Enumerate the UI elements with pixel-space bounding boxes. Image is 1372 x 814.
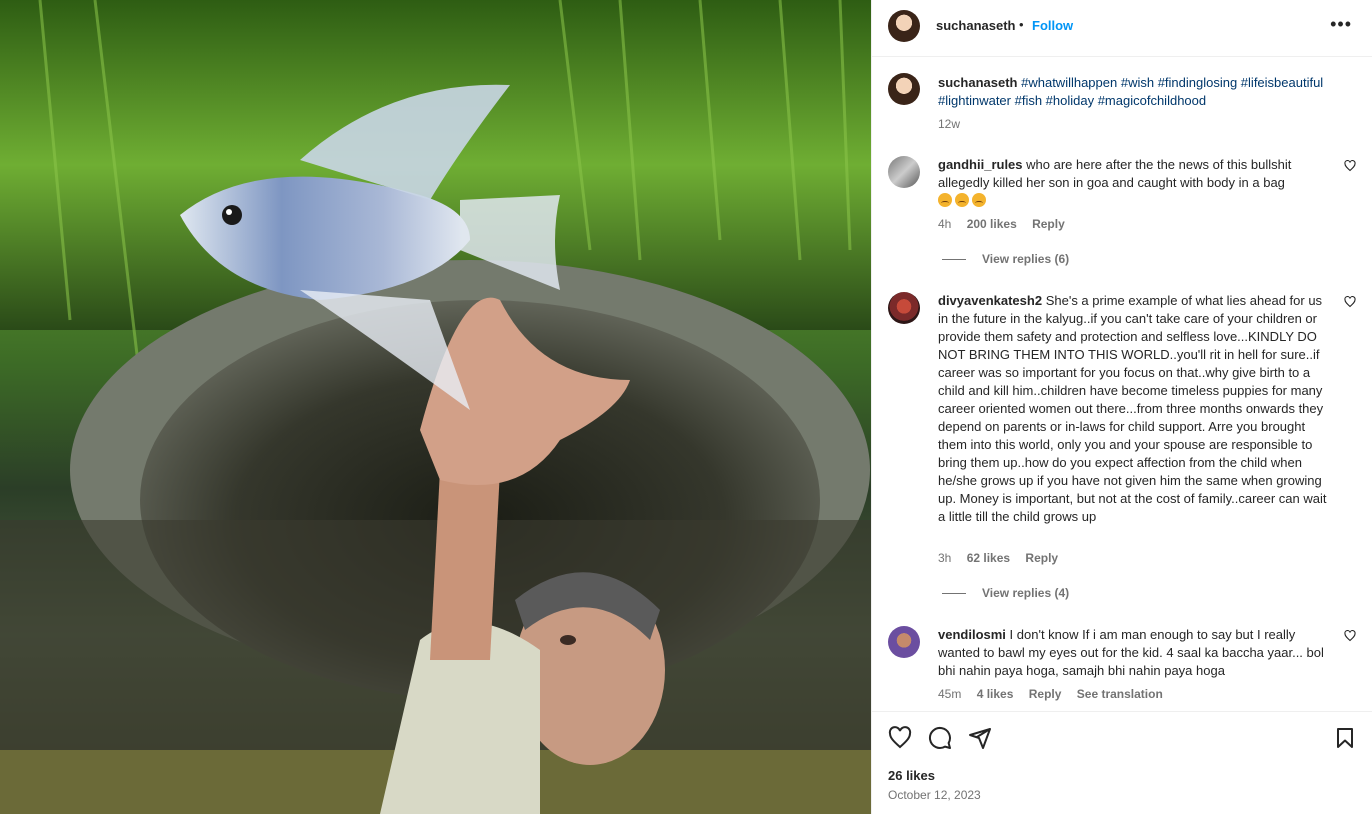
comment-time[interactable]: 3h xyxy=(938,551,951,565)
comment-text: gandhii_rules who are here after the the… xyxy=(938,156,1330,210)
commenter-avatar[interactable] xyxy=(888,292,920,324)
post-panel: suchanaseth • Follow ••• suchanaseth #wh… xyxy=(871,0,1372,814)
sad-face-icon xyxy=(955,193,969,207)
comment-likes[interactable]: 200 likes xyxy=(967,217,1017,231)
comments-list[interactable]: suchanaseth #whatwillhappen #wish #findi… xyxy=(872,57,1372,711)
view-replies-button[interactable]: View replies (4) xyxy=(942,586,1069,600)
aquarium-photo xyxy=(0,0,871,814)
comment-text: vendilosmi I don't know If i am man enou… xyxy=(938,626,1330,680)
comment-heart-icon[interactable] xyxy=(1344,160,1356,172)
post-image[interactable] xyxy=(0,0,871,814)
replies-divider xyxy=(942,593,966,595)
view-replies-button[interactable]: View replies (6) xyxy=(942,252,1069,266)
action-bar: 26 likes October 12, 2023 xyxy=(872,711,1372,814)
see-translation-button[interactable]: See translation xyxy=(1077,687,1163,701)
caption-timestamp[interactable]: 12w xyxy=(938,117,960,131)
view-replies-label: View replies (6) xyxy=(982,252,1070,266)
comment-heart-icon[interactable] xyxy=(1344,630,1356,642)
view-replies-label: View replies (4) xyxy=(982,586,1070,600)
owner-avatar[interactable] xyxy=(888,10,920,42)
bookmark-icon[interactable] xyxy=(1333,726,1357,750)
comment-likes[interactable]: 4 likes xyxy=(977,687,1014,701)
separator-dot: • xyxy=(1019,17,1024,32)
send-icon[interactable] xyxy=(968,726,992,750)
commenter-avatar[interactable] xyxy=(888,156,920,188)
caption-username[interactable]: suchanaseth xyxy=(938,75,1017,90)
reply-button[interactable]: Reply xyxy=(1025,551,1058,565)
caption-avatar[interactable] xyxy=(888,73,920,105)
commenter-avatar[interactable] xyxy=(888,626,920,658)
heart-icon[interactable] xyxy=(888,726,912,750)
replies-divider xyxy=(942,259,966,261)
post-likes-count[interactable]: 26 likes xyxy=(888,768,935,783)
reply-button[interactable]: Reply xyxy=(1032,217,1065,231)
comment-username[interactable]: divyavenkatesh2 xyxy=(938,293,1042,308)
sad-face-icon xyxy=(972,193,986,207)
reply-button[interactable]: Reply xyxy=(1029,687,1062,701)
post-date[interactable]: October 12, 2023 xyxy=(888,788,981,802)
comment-username[interactable]: gandhii_rules xyxy=(938,157,1023,172)
comment-meta: 45m 4 likes Reply See translation xyxy=(938,687,1175,701)
post-header: suchanaseth • Follow ••• xyxy=(872,0,1372,57)
comment-meta: 4h 200 likes Reply xyxy=(938,217,1077,231)
caption: suchanaseth #whatwillhappen #wish #findi… xyxy=(938,74,1338,110)
owner-username[interactable]: suchanaseth xyxy=(936,18,1015,33)
comment-username[interactable]: vendilosmi xyxy=(938,627,1006,642)
comment-time[interactable]: 45m xyxy=(938,687,961,701)
comment-icon[interactable] xyxy=(928,726,952,750)
comment-time[interactable]: 4h xyxy=(938,217,951,231)
comment-meta: 3h 62 likes Reply xyxy=(938,551,1070,565)
sad-face-icon xyxy=(938,193,952,207)
follow-button[interactable]: Follow xyxy=(1032,18,1073,33)
comment-body: She's a prime example of what lies ahead… xyxy=(938,293,1327,524)
more-options-icon[interactable]: ••• xyxy=(1330,14,1352,35)
comment-heart-icon[interactable] xyxy=(1344,296,1356,308)
comment-text: divyavenkatesh2 She's a prime example of… xyxy=(938,292,1330,526)
comment-likes[interactable]: 62 likes xyxy=(967,551,1010,565)
